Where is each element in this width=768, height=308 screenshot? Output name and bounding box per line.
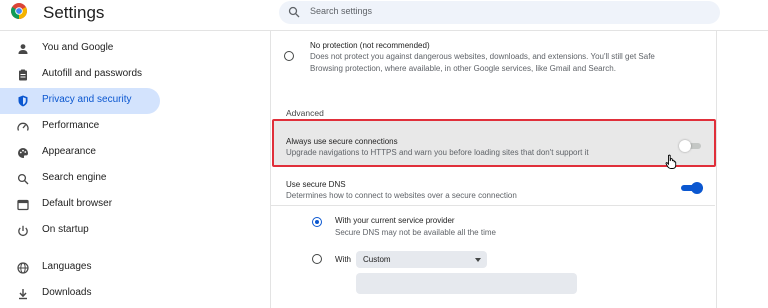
search-placeholder: Search settings: [310, 6, 373, 16]
current-provider-title: With your current service provider: [335, 216, 455, 225]
power-icon: [18, 225, 28, 236]
current-provider-radio[interactable]: [312, 217, 322, 227]
sidebar-item-label: On startup: [42, 224, 89, 235]
search-icon: [17, 173, 29, 185]
globe-icon: [17, 262, 29, 274]
sidebar-item-label: Languages: [42, 261, 92, 272]
sidebar-item-label: Search engine: [42, 172, 107, 183]
toggle-knob: [679, 140, 691, 152]
toggle-knob: [691, 182, 703, 194]
sidebar-item-languages[interactable]: Languages: [0, 255, 160, 281]
sidebar-item-label: Appearance: [42, 146, 96, 157]
sidebar-item-appearance[interactable]: Appearance: [0, 140, 160, 166]
sidebar-item-you-and-google[interactable]: You and Google: [0, 36, 160, 62]
sidebar-item-privacy-and-security[interactable]: Privacy and security: [0, 88, 160, 114]
top-bar: Settings Search settings: [0, 0, 768, 30]
no-protection-title: No protection (not recommended): [310, 41, 430, 50]
speedometer-icon: [17, 122, 29, 131]
custom-provider-radio[interactable]: [312, 254, 322, 264]
sidebar-item-label: Performance: [42, 120, 100, 131]
custom-dns-input[interactable]: [356, 273, 577, 294]
section-divider: [271, 205, 715, 206]
sidebar-item-label: You and Google: [42, 42, 114, 53]
secure-dns-title: Use secure DNS: [286, 180, 346, 189]
sidebar-item-label: Default browser: [42, 198, 113, 209]
sidebar-item-label: Autofill and passwords: [42, 68, 143, 79]
secure-connections-toggle[interactable]: [679, 140, 701, 152]
chevron-down-icon: [475, 258, 481, 262]
current-provider-desc: Secure DNS may not be available all the …: [335, 228, 496, 237]
dns-provider-select-value: Custom: [363, 255, 391, 264]
secure-dns-toggle[interactable]: [681, 182, 703, 194]
sidebar-item-label: Downloads: [42, 287, 92, 298]
sidebar-item-autofill[interactable]: Autofill and passwords: [0, 62, 160, 88]
download-icon: [19, 289, 27, 300]
with-label: With: [335, 255, 351, 264]
browser-window-icon: [17, 199, 29, 211]
sidebar-item-downloads[interactable]: Downloads: [0, 281, 160, 307]
clipboard-icon: [19, 69, 27, 81]
search-bar[interactable]: Search settings: [279, 1, 720, 24]
chrome-logo-icon: [11, 3, 27, 19]
no-protection-desc-line1: Does not protect you against dangerous w…: [310, 52, 655, 61]
search-icon: [288, 6, 300, 18]
secure-dns-desc: Determines how to connect to websites ov…: [286, 191, 517, 200]
dns-provider-select[interactable]: Custom: [356, 251, 487, 268]
no-protection-desc-line2: Browsing protection, where available, in…: [310, 64, 616, 73]
hand-cursor-icon: [665, 154, 677, 169]
app-title: Settings: [43, 3, 105, 22]
sidebar-item-search-engine[interactable]: Search engine: [0, 166, 160, 192]
no-protection-radio[interactable]: [284, 51, 294, 61]
sidebar-item-on-startup[interactable]: On startup: [0, 218, 160, 244]
person-icon: [18, 44, 28, 54]
palette-icon: [18, 148, 28, 158]
sidebar-item-default-browser[interactable]: Default browser: [0, 192, 160, 218]
advanced-heading: Advanced: [286, 108, 324, 118]
sidebar-item-label: Privacy and security: [42, 94, 132, 105]
sidebar-item-performance[interactable]: Performance: [0, 114, 160, 140]
secure-connections-title: Always use secure connections: [286, 137, 398, 146]
secure-connections-desc: Upgrade navigations to HTTPS and warn yo…: [286, 148, 589, 157]
shield-icon: [18, 95, 28, 107]
